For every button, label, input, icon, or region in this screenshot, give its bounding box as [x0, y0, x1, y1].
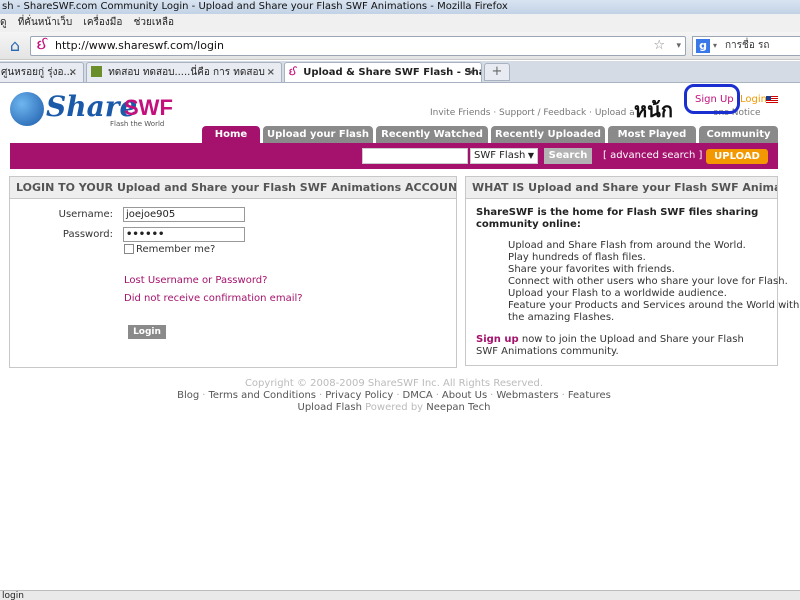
- menu-view[interactable]: ดู: [0, 17, 7, 28]
- lost-password-link[interactable]: Lost Username or Password?: [124, 275, 267, 286]
- powered-by-text: Powered by: [361, 402, 427, 413]
- top-links[interactable]: Invite Friends · Support / Feedback · Up…: [430, 108, 666, 118]
- neepan-link[interactable]: Neepan Tech: [426, 402, 490, 413]
- annotation-circle: [684, 84, 740, 114]
- signup-inline-link[interactable]: Sign up: [476, 334, 519, 345]
- footer-about-link[interactable]: About Us: [442, 390, 487, 401]
- username-label: Username:: [58, 209, 113, 220]
- footer-features-link[interactable]: Features: [568, 390, 611, 401]
- browser-search-box[interactable]: g ▾ การชื่อ รถ: [692, 36, 800, 56]
- login-heading: LOGIN TO YOUR Upload and Share your Flas…: [10, 177, 456, 199]
- list-item: the amazing Flashes.: [508, 312, 615, 323]
- menu-bar: ดู ที่คั่นหน้าเว็บ เครื่องมือ ช่วยเหลือ: [0, 14, 800, 32]
- list-item: Feature your Products and Services aroun…: [508, 300, 800, 311]
- about-intro: ShareSWF is the home for Flash SWF files…: [476, 207, 759, 230]
- list-item: Upload and Share Flash from around the W…: [508, 240, 746, 251]
- close-icon[interactable]: ×: [267, 63, 275, 82]
- password-input[interactable]: ••••••: [123, 227, 245, 242]
- tab-3-label: Upload & Share SWF Flash - Shar...: [303, 67, 482, 78]
- username-input[interactable]: joejoe905: [123, 207, 245, 222]
- footer-terms-link[interactable]: Terms and Conditions: [208, 390, 316, 401]
- tab-favicon-icon: [91, 66, 102, 77]
- confirmation-email-link[interactable]: Did not receive confirmation email?: [124, 293, 303, 304]
- upload-button[interactable]: UPLOAD: [706, 149, 768, 164]
- menu-tools[interactable]: เครื่องมือ: [83, 17, 122, 28]
- address-bar[interactable]: ઈ http://www.shareswf.com/login ☆ ▾: [30, 36, 686, 56]
- nav-recently-watched[interactable]: Recently Watched: [376, 126, 488, 143]
- remember-label: Remember me?: [136, 244, 216, 255]
- logo-swf-text: SWF: [124, 95, 173, 120]
- search-type-value: SWF Flash: [474, 150, 526, 161]
- copyright: Copyright © 2008-2009 ShareSWF Inc. All …: [244, 378, 544, 389]
- footer-dmca-link[interactable]: DMCA: [403, 390, 433, 401]
- list-item: Play hundreds of flash files.: [508, 252, 646, 263]
- menu-help[interactable]: ช่วยเหลือ: [134, 17, 174, 28]
- tab-2-label: ทดสอบ ทดสอบ.....นี่คือ การ ทดสอบ: [108, 67, 265, 78]
- nav-recently-uploaded[interactable]: Recently Uploaded: [491, 126, 605, 143]
- nav-home[interactable]: Home: [202, 126, 260, 143]
- tab-favicon-icon: ઈ: [289, 67, 297, 78]
- logo-tagline: Flash the World: [110, 120, 165, 128]
- page-content: Share SWF Flash the World Invite Friends…: [0, 84, 800, 590]
- tab-1[interactable]: ศูนหรอยกู่ รุ่งอ... ×: [0, 62, 84, 82]
- search-type-select[interactable]: SWF Flash ▼: [470, 148, 538, 164]
- login-link[interactable]: Login: [740, 94, 767, 105]
- url-dropdown-icon[interactable]: ▾: [676, 37, 681, 55]
- about-heading: WHAT IS Upload and Share your Flash SWF …: [466, 177, 777, 199]
- new-tab-icon[interactable]: +: [484, 63, 510, 81]
- login-button[interactable]: Login: [128, 325, 166, 339]
- login-panel: LOGIN TO YOUR Upload and Share your Flas…: [9, 176, 457, 368]
- about-panel: WHAT IS Upload and Share your Flash SWF …: [465, 176, 800, 366]
- password-label: Password:: [62, 229, 113, 240]
- footer-links: Blog · Terms and Conditions · Privacy Policy…: [177, 390, 611, 401]
- list-item: Share your favorites with friends.: [508, 264, 675, 275]
- search-engine-dropdown-icon[interactable]: ▾: [713, 37, 717, 55]
- url-text: http://www.shareswf.com/login: [55, 39, 224, 52]
- menu-bookmarks[interactable]: ที่คั่นหน้าเว็บ: [18, 17, 73, 28]
- navigation-toolbar: ⌂ ઈ http://www.shareswf.com/login ☆ ▾ g …: [0, 32, 800, 60]
- close-icon[interactable]: ×: [467, 63, 475, 82]
- tab-bar: ศูนหรอยกู่ รุ่งอ... × ทดสอบ ทดสอบ.....นี…: [0, 61, 800, 83]
- tab-1-label: ศูนหรอยกู่ รุ่งอ...: [1, 67, 74, 78]
- globe-icon: [10, 92, 44, 126]
- close-icon[interactable]: ×: [69, 63, 77, 82]
- footer-privacy-link[interactable]: Privacy Policy: [325, 390, 393, 401]
- google-icon: g: [696, 39, 710, 53]
- site-logo[interactable]: Share SWF Flash the World: [10, 90, 173, 132]
- about-footer: Sign up now to join the Upload and Share…: [476, 334, 766, 358]
- us-flag-icon[interactable]: [766, 96, 778, 104]
- footer-blog-link[interactable]: Blog: [177, 390, 199, 401]
- nav-upload[interactable]: Upload your Flash: [263, 126, 373, 143]
- remember-checkbox[interactable]: [124, 244, 134, 254]
- footer-webmasters-link[interactable]: Webmasters: [496, 390, 558, 401]
- search-button[interactable]: Search: [544, 148, 592, 164]
- site-search-input[interactable]: [362, 148, 468, 164]
- tab-2[interactable]: ทดสอบ ทดสอบ.....นี่คือ การ ทดสอบ ×: [86, 62, 282, 82]
- footer-upload-link[interactable]: Upload Flash: [298, 402, 362, 413]
- footer-powered: Upload Flash Powered by Neepan Tech: [0, 402, 788, 413]
- site-search-bar: SWF Flash ▼ Search [ advanced search ] U…: [10, 143, 778, 169]
- nav-most-played[interactable]: Most Played: [608, 126, 696, 143]
- tab-3[interactable]: ઈ Upload & Share SWF Flash - Shar... ×: [284, 62, 482, 82]
- home-icon[interactable]: ⌂: [6, 37, 24, 55]
- about-list: Upload and Share Flash from around the W…: [508, 240, 800, 324]
- status-bar: login: [0, 590, 800, 600]
- browser-search-text: การชื่อ รถ: [725, 40, 770, 51]
- advanced-search-link[interactable]: [ advanced search ]: [603, 150, 702, 161]
- annotation-text: หน้ก: [634, 98, 673, 122]
- bookmark-star-icon[interactable]: ☆: [653, 37, 665, 55]
- list-item: Connect with other users who share your …: [508, 276, 788, 287]
- nav-community[interactable]: Community: [699, 126, 778, 143]
- window-title: sh - ShareSWF.com Community Login - Uplo…: [0, 0, 800, 14]
- list-item: Upload your Flash to a worldwide audienc…: [508, 288, 727, 299]
- chevron-down-icon: ▼: [527, 151, 534, 160]
- site-favicon-icon: ઈ: [37, 38, 48, 53]
